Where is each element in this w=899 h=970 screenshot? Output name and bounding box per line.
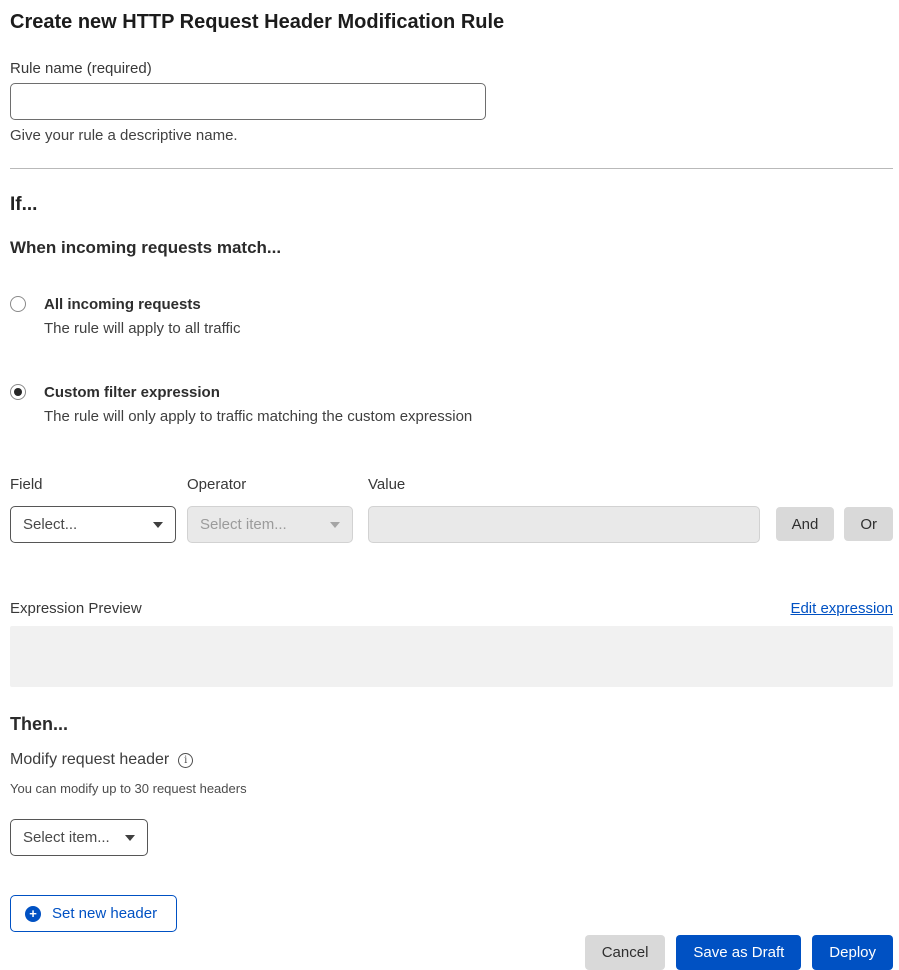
expression-preview-header: Expression Preview Edit expression xyxy=(10,600,893,617)
radio-option-description: The rule will apply to all traffic xyxy=(44,319,240,338)
info-icon[interactable]: i xyxy=(178,753,193,768)
modify-header-row: Modify request header i xyxy=(10,750,893,770)
field-select[interactable]: Select... xyxy=(10,506,176,543)
footer-actions: Cancel Save as Draft Deploy xyxy=(10,935,893,970)
operator-label: Operator xyxy=(187,475,353,494)
or-button[interactable]: Or xyxy=(844,507,893,541)
radio-option-description: The rule will only apply to traffic matc… xyxy=(44,407,472,426)
deploy-button[interactable]: Deploy xyxy=(812,935,893,970)
radio-unselected-icon[interactable] xyxy=(10,296,26,312)
match-subheading: When incoming requests match... xyxy=(10,237,893,259)
radio-option-texts: Custom filter expression The rule will o… xyxy=(44,383,472,426)
set-new-header-button[interactable]: + Set new header xyxy=(10,895,177,932)
radio-selected-icon[interactable] xyxy=(10,384,26,400)
value-label: Value xyxy=(368,475,760,494)
radio-option-custom-expression[interactable]: Custom filter expression The rule will o… xyxy=(10,383,893,426)
operator-select-value: Select item... xyxy=(200,516,287,533)
edit-expression-link[interactable]: Edit expression xyxy=(790,600,893,617)
field-column: Field Select... xyxy=(10,475,176,543)
field-label: Field xyxy=(10,475,176,494)
section-divider xyxy=(10,168,893,169)
header-item-select-value: Select item... xyxy=(23,829,110,846)
rule-name-helper: Give your rule a descriptive name. xyxy=(10,126,893,145)
radio-option-all-incoming[interactable]: All incoming requests The rule will appl… xyxy=(10,295,893,338)
modify-header-helper: You can modify up to 30 request headers xyxy=(10,781,893,797)
set-new-header-label: Set new header xyxy=(52,905,157,922)
operator-column: Operator Select item... xyxy=(187,475,353,543)
operator-select[interactable]: Select item... xyxy=(187,506,353,543)
plus-circle-icon: + xyxy=(25,906,41,922)
header-item-select[interactable]: Select item... xyxy=(10,819,148,856)
radio-option-label: Custom filter expression xyxy=(44,383,472,402)
chevron-down-icon xyxy=(153,522,163,528)
expression-preview-label: Expression Preview xyxy=(10,600,142,617)
save-as-draft-button[interactable]: Save as Draft xyxy=(676,935,801,970)
chevron-down-icon xyxy=(125,835,135,841)
cancel-button[interactable]: Cancel xyxy=(585,935,666,970)
value-column: Value xyxy=(368,475,760,543)
then-heading: Then... xyxy=(10,713,893,735)
radio-option-texts: All incoming requests The rule will appl… xyxy=(44,295,240,338)
modify-header-label: Modify request header xyxy=(10,750,169,770)
and-button[interactable]: And xyxy=(776,507,835,541)
value-input[interactable] xyxy=(368,506,760,543)
expression-preview-box xyxy=(10,626,893,687)
create-rule-form: Create new HTTP Request Header Modificat… xyxy=(0,8,899,970)
chevron-down-icon xyxy=(330,522,340,528)
page-title: Create new HTTP Request Header Modificat… xyxy=(10,8,893,36)
radio-option-label: All incoming requests xyxy=(44,295,240,314)
rule-name-input[interactable] xyxy=(10,83,486,120)
if-heading: If... xyxy=(10,193,893,217)
field-select-value: Select... xyxy=(23,516,77,533)
expression-builder-row: Field Select... Operator Select item... … xyxy=(10,475,893,543)
rule-name-label: Rule name (required) xyxy=(10,59,893,78)
